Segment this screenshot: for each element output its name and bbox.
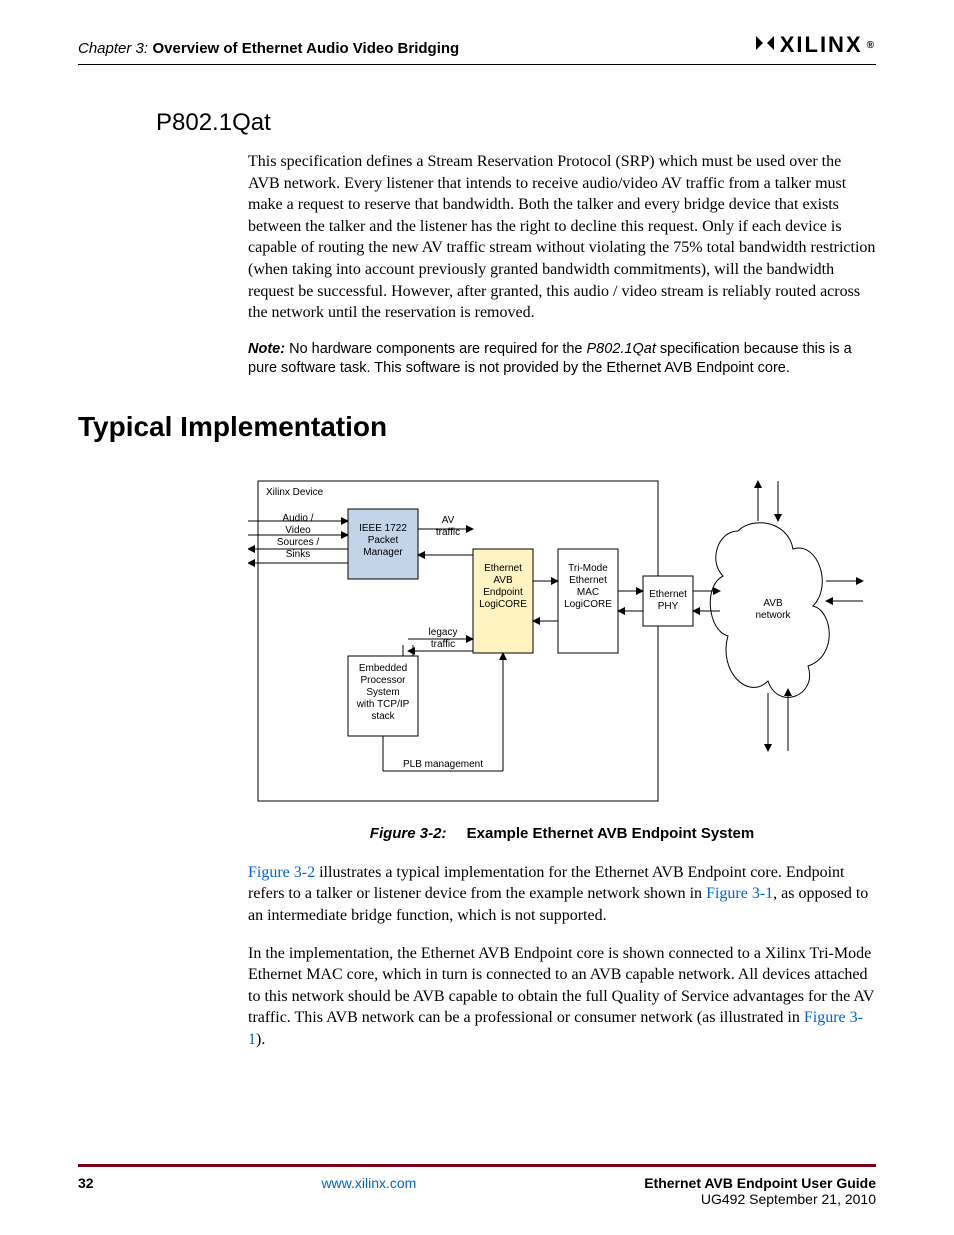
label-legacy-1: legacy: [429, 627, 458, 638]
label-ieee-3: Manager: [363, 547, 403, 558]
figure-caption-title: Example Ethernet AVB Endpoint System: [467, 825, 755, 842]
label-sources-1: Audio /: [282, 513, 313, 524]
footer-rule: [78, 1164, 876, 1167]
label-sources-4: Sinks: [286, 549, 310, 560]
link-figure-3-2[interactable]: Figure 3-2: [248, 864, 315, 881]
footer-guide-title: Ethernet AVB Endpoint User Guide: [644, 1175, 876, 1191]
page-footer: 32 www.xilinx.com Ethernet AVB Endpoint …: [78, 1164, 876, 1207]
label-phy-2: PHY: [658, 601, 679, 612]
chapter-title: Overview of Ethernet Audio Video Bridgin…: [153, 40, 460, 57]
label-proc-1: Embedded: [359, 663, 407, 674]
label-av-2: traffic: [436, 527, 460, 538]
footer-doc-id: UG492 September 21, 2010: [644, 1191, 876, 1207]
figure-diagram: Xilinx Device Audio / Video Sources / Si…: [248, 471, 868, 811]
xilinx-logo: XILINX ®: [754, 32, 876, 58]
label-sources-3: Sources /: [277, 537, 319, 548]
page-number: 32: [78, 1175, 94, 1207]
text-span: In the implementation, the Ethernet AVB …: [248, 945, 874, 1027]
label-net-1: AVB: [763, 598, 783, 609]
label-mac-4: LogiCORE: [564, 599, 612, 610]
figure-3-2: Xilinx Device Audio / Video Sources / Si…: [248, 471, 876, 842]
text-span: ).: [256, 1031, 265, 1048]
label-plb: PLB management: [403, 759, 483, 770]
figure-caption: Figure 3-2: Example Ethernet AVB Endpoin…: [248, 825, 876, 842]
xilinx-logo-text: XILINX: [780, 32, 863, 58]
sub-heading-p8021qat: P802.1Qat: [156, 109, 876, 137]
label-avb-3: Endpoint: [483, 587, 523, 598]
post-figure-paragraph-1: Figure 3-2 illustrates a typical impleme…: [248, 862, 876, 927]
label-phy-1: Ethernet: [649, 589, 687, 600]
label-ieee-1: IEEE 1722: [359, 523, 407, 534]
label-net-2: network: [755, 610, 791, 621]
label-avb-4: LogiCORE: [479, 599, 527, 610]
label-avb-2: AVB: [493, 575, 513, 586]
label-ieee-2: Packet: [368, 535, 399, 546]
label-avb-1: Ethernet: [484, 563, 522, 574]
page-header: Chapter 3: Overview of Ethernet Audio Vi…: [78, 32, 876, 65]
note-label: Note:: [248, 341, 285, 357]
label-proc-3: System: [366, 687, 399, 698]
label-proc-2: Processor: [360, 675, 406, 686]
chapter-info: Chapter 3: Overview of Ethernet Audio Vi…: [78, 40, 459, 58]
chapter-prefix: Chapter 3:: [78, 40, 148, 57]
label-xilinx-device: Xilinx Device: [266, 487, 324, 498]
paragraph-srp: This specification defines a Stream Rese…: [248, 151, 876, 324]
footer-link[interactable]: www.xilinx.com: [94, 1175, 645, 1207]
figure-caption-label: Figure 3-2:: [370, 825, 447, 842]
section-heading-typical-implementation: Typical Implementation: [78, 411, 876, 443]
label-av-1: AV: [442, 515, 455, 526]
label-mac-1: Tri-Mode: [568, 563, 608, 574]
label-proc-5: stack: [371, 711, 395, 722]
note-block: Note: No hardware components are require…: [248, 340, 876, 379]
label-mac-3: MAC: [577, 587, 599, 598]
link-figure-3-1-a[interactable]: Figure 3-1: [706, 885, 773, 902]
note-italic-term: P802.1Qat: [587, 341, 656, 357]
post-figure-paragraph-2: In the implementation, the Ethernet AVB …: [248, 943, 876, 1051]
label-mac-2: Ethernet: [569, 575, 607, 586]
xilinx-logo-icon: [754, 34, 776, 57]
note-text-before: No hardware components are required for …: [289, 341, 586, 357]
label-proc-4: with TCP/IP: [356, 699, 410, 710]
label-sources-2: Video: [285, 525, 311, 536]
label-legacy-2: traffic: [431, 639, 455, 650]
